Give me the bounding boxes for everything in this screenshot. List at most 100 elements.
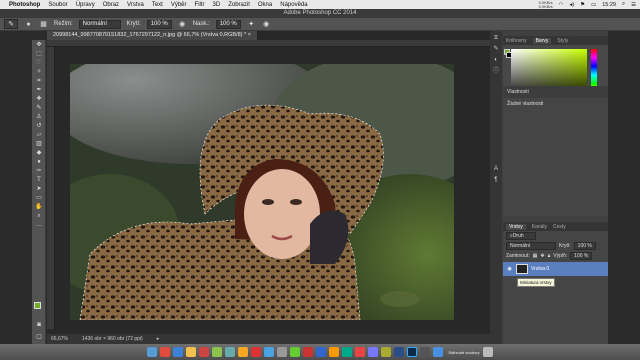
clone-stamp-tool-icon[interactable]: ♙ xyxy=(34,113,44,121)
app-icon-5[interactable] xyxy=(342,347,353,357)
history-panel-icon[interactable]: ⧖ xyxy=(492,34,500,42)
lightroom-icon[interactable] xyxy=(394,347,405,357)
search-icon[interactable]: ⌕ xyxy=(622,1,625,8)
pen-tool-icon[interactable]: ✑ xyxy=(34,167,44,175)
foreground-color-swatch[interactable] xyxy=(34,302,41,309)
adjustments-panel-icon[interactable]: ◐ xyxy=(492,56,500,64)
type-tool-icon[interactable]: T xyxy=(34,176,44,184)
app-icon-2[interactable] xyxy=(303,347,314,357)
app-icon-9[interactable] xyxy=(420,347,431,357)
menu-3d[interactable]: 3D xyxy=(213,2,221,8)
app-icon-3[interactable] xyxy=(316,347,327,357)
document-info[interactable]: 1436 obr × 960 obr (72 ppi) xyxy=(82,336,143,342)
notification-center-icon[interactable]: ☰ xyxy=(631,2,636,8)
menu-upravy[interactable]: Úpravy xyxy=(76,2,95,8)
dodge-tool-icon[interactable]: ● xyxy=(34,158,44,166)
settings-icon[interactable] xyxy=(277,347,288,357)
menu-photoshop[interactable]: Photoshop xyxy=(9,2,40,8)
healing-tool-icon[interactable]: ✚ xyxy=(34,95,44,103)
path-select-tool-icon[interactable]: ➤ xyxy=(34,185,44,193)
eraser-tool-icon[interactable]: ▱ xyxy=(34,131,44,139)
menu-napoveda[interactable]: Nápověda xyxy=(280,2,307,8)
lock-pixels-icon[interactable]: ▦ xyxy=(533,253,538,259)
layer-filter-select[interactable]: ⌕ Druh xyxy=(506,232,536,240)
layer-name[interactable]: Vrstva 0 xyxy=(531,266,549,272)
messages-icon[interactable] xyxy=(212,347,223,357)
trash-icon[interactable] xyxy=(482,347,493,357)
layer-fill-field[interactable]: 100 % xyxy=(570,252,593,260)
app-icon-4[interactable] xyxy=(329,347,340,357)
shape-tool-icon[interactable]: ▭ xyxy=(34,194,44,202)
calendar-icon[interactable] xyxy=(199,347,210,357)
brush-size-picker[interactable]: ● xyxy=(24,20,33,29)
photoshop-icon[interactable] xyxy=(407,347,418,357)
zoom-tool-icon[interactable]: ⌕ xyxy=(34,212,44,220)
menu-filtr[interactable]: Filtr xyxy=(195,2,205,8)
downloads-stack-icon[interactable] xyxy=(433,347,444,357)
menu-vrstva[interactable]: Vrstva xyxy=(127,2,144,8)
menu-okna[interactable]: Okna xyxy=(258,2,272,8)
pressure-size-icon[interactable]: ◉ xyxy=(262,20,271,29)
app-icon-8[interactable] xyxy=(381,347,392,357)
visibility-eye-icon[interactable]: ◉ xyxy=(506,266,513,272)
tab-libraries[interactable]: Knihovny xyxy=(506,38,527,44)
crop-tool-icon[interactable]: ⌗ xyxy=(34,77,44,85)
lock-move-icon[interactable]: ✥ xyxy=(540,253,544,259)
tab-color[interactable]: Barvy xyxy=(532,37,552,44)
quick-mask-icon[interactable]: ◙ xyxy=(34,321,44,329)
facetime-icon[interactable] xyxy=(225,347,236,357)
tool-preset-picker[interactable]: ✎ xyxy=(4,19,18,29)
document-tab[interactable]: 20998144_998770870151832_1767297122_n.jp… xyxy=(47,31,258,40)
character-panel-icon[interactable]: A xyxy=(492,165,500,173)
history-brush-tool-icon[interactable]: ↺ xyxy=(34,122,44,130)
airbrush-icon[interactable]: ✦ xyxy=(247,20,256,29)
brush-panel-icon[interactable]: ▦ xyxy=(39,20,48,29)
menu-zobrazit[interactable]: Zobrazit xyxy=(228,2,250,8)
battery-icon[interactable]: ▭ xyxy=(591,2,596,8)
menu-obraz[interactable]: Obraz xyxy=(103,2,119,8)
pressure-opacity-icon[interactable]: ◉ xyxy=(178,20,187,29)
marquee-tool-icon[interactable]: ⬚ xyxy=(34,50,44,58)
brush-tool-icon[interactable]: ✎ xyxy=(34,104,44,112)
safari-icon[interactable] xyxy=(173,347,184,357)
menu-vyber[interactable]: Výběr xyxy=(171,2,187,8)
more-tools-icon[interactable]: … xyxy=(34,221,44,229)
status-arrow-icon[interactable]: ▸ xyxy=(157,336,160,342)
paragraph-panel-icon[interactable]: ¶ xyxy=(492,176,500,184)
blur-tool-icon[interactable]: ◆ xyxy=(34,149,44,157)
image-canvas[interactable] xyxy=(70,64,454,320)
flow-field[interactable]: 100 % xyxy=(215,19,241,29)
menu-soubor[interactable]: Soubor xyxy=(48,2,67,8)
screen-mode-icon[interactable]: ▢ xyxy=(34,333,44,341)
app-icon-6[interactable] xyxy=(355,347,366,357)
opacity-field[interactable]: 100 % xyxy=(146,19,172,29)
tab-paths[interactable]: Cesty xyxy=(553,224,566,230)
blend-mode-select[interactable]: Normální xyxy=(506,242,556,250)
lasso-tool-icon[interactable]: ➰ xyxy=(34,59,44,67)
mode-select[interactable]: Normální xyxy=(78,19,121,29)
close-tab-icon[interactable]: × xyxy=(248,32,251,38)
quick-select-tool-icon[interactable]: ✧ xyxy=(34,68,44,76)
wifi-icon[interactable]: ◠ xyxy=(559,2,564,8)
lock-all-icon[interactable]: 🔒︎ xyxy=(548,253,551,259)
notes-icon[interactable] xyxy=(186,347,197,357)
menu-text[interactable]: Text xyxy=(152,2,163,8)
tab-styles[interactable]: Styly xyxy=(557,38,568,44)
layer-row[interactable]: ◉ Vrstva 0 xyxy=(503,262,608,276)
gradient-tool-icon[interactable]: ▥ xyxy=(34,140,44,148)
info-panel-icon[interactable]: ⓘ xyxy=(492,67,500,75)
move-tool-icon[interactable]: ✥ xyxy=(34,41,44,49)
app-icon-7[interactable] xyxy=(368,347,379,357)
layer-opacity-field[interactable]: 100 % xyxy=(573,242,596,250)
tab-channels[interactable]: Kanály xyxy=(532,224,547,230)
volume-icon[interactable]: ◂) xyxy=(569,2,574,8)
music-icon[interactable] xyxy=(251,347,262,357)
eyedropper-tool-icon[interactable]: ✒ xyxy=(34,86,44,94)
brush-panel-icon[interactable]: ✎ xyxy=(492,45,500,53)
clock[interactable]: 15:29 xyxy=(602,2,616,8)
zoom-level[interactable]: 66,67% xyxy=(51,336,68,342)
hand-tool-icon[interactable]: ✋ xyxy=(34,203,44,211)
finder-icon[interactable] xyxy=(147,347,158,357)
flag-icon[interactable]: ⚑ xyxy=(580,2,585,8)
launchpad-icon[interactable] xyxy=(160,347,171,357)
